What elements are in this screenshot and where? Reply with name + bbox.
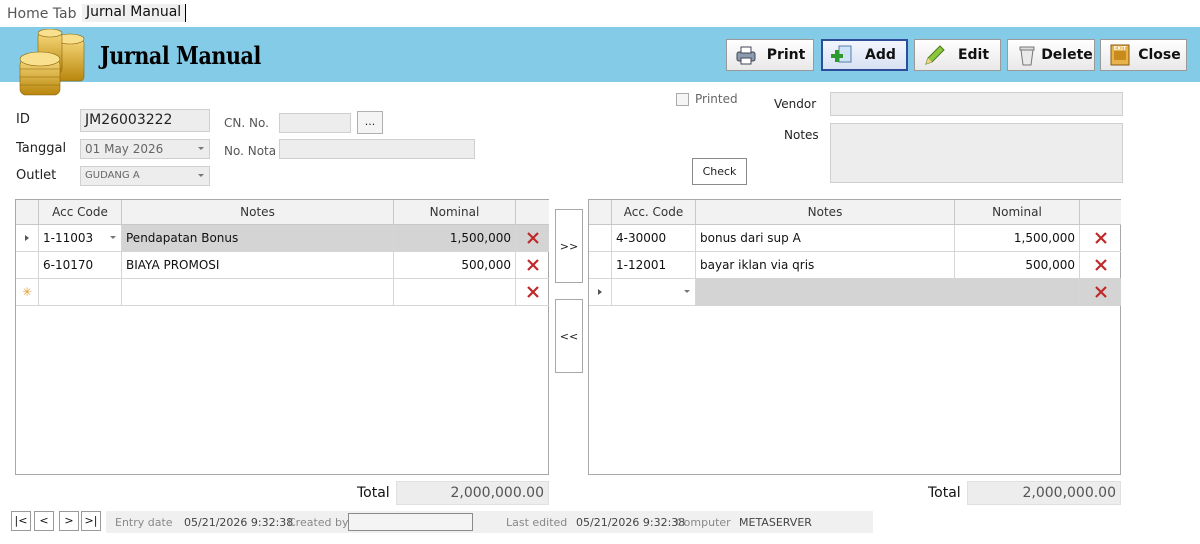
created-by-label: Created by: [288, 516, 349, 529]
notes-cell[interactable]: bayar iklan via qris: [696, 252, 955, 279]
notes-cell[interactable]: Pendapatan Bonus: [122, 225, 394, 252]
right-total-value: 2,000,000.00: [967, 481, 1121, 505]
first-record-button[interactable]: |<: [11, 511, 31, 531]
left-total-label: Total: [357, 485, 390, 501]
print-button[interactable]: Print: [726, 39, 814, 71]
tanggal-field[interactable]: 01 May 2026: [80, 139, 210, 159]
delete-x-icon: [1095, 259, 1107, 271]
next-record-button[interactable]: >: [59, 511, 79, 531]
left-total-value: 2,000,000.00: [396, 481, 549, 505]
coins-icon: [19, 29, 85, 96]
prev-record-button[interactable]: <: [34, 511, 54, 531]
svg-text:EXIT: EXIT: [1114, 46, 1127, 52]
delete-row-button[interactable]: [1080, 279, 1121, 306]
delete-button[interactable]: Delete: [1007, 39, 1095, 71]
column-header-nominal[interactable]: Nominal: [955, 200, 1080, 225]
tab-bar: Home Tab Jurnal Manual: [0, 0, 1200, 27]
nominal-cell[interactable]: [955, 279, 1080, 306]
acc-code-cell[interactable]: [612, 279, 696, 306]
vendor-label: Vendor: [774, 97, 817, 111]
check-button[interactable]: Check: [692, 158, 747, 185]
acc-code-cell[interactable]: [39, 279, 122, 306]
add-document-icon: [829, 44, 855, 66]
chevron-down-icon: [198, 147, 204, 150]
computer-value: METASERVER: [739, 516, 812, 529]
nominal-cell[interactable]: [394, 279, 516, 306]
move-right-button[interactable]: >>: [555, 209, 583, 283]
column-header-notes[interactable]: Notes: [696, 200, 955, 225]
pencil-icon: [921, 44, 947, 66]
printed-label: Printed: [695, 92, 738, 106]
notes-field[interactable]: [830, 123, 1123, 183]
left-journal-grid: Acc Code Notes Nominal 1-11003 Pendapata…: [15, 199, 549, 475]
outlet-select[interactable]: GUDANG A: [80, 166, 210, 186]
notes-cell[interactable]: bonus dari sup A: [696, 225, 955, 252]
chevron-down-icon: [110, 236, 116, 239]
delete-row-button[interactable]: [516, 252, 549, 279]
last-edited-label: Last edited: [506, 516, 568, 529]
tab-home[interactable]: Home Tab: [7, 6, 77, 22]
right-journal-grid: Acc. Code Notes Nominal 4-30000 bonus da…: [588, 199, 1121, 475]
delete-row-button[interactable]: [516, 225, 549, 252]
computer-label: Computer: [676, 516, 731, 529]
current-row-marker-icon: [25, 235, 29, 241]
delete-x-icon: [1095, 232, 1107, 244]
outlet-label: Outlet: [16, 168, 57, 183]
id-field[interactable]: JM26003222: [80, 109, 210, 132]
nominal-cell[interactable]: 1,500,000: [955, 225, 1080, 252]
id-label: ID: [16, 112, 30, 127]
acc-code-cell[interactable]: 1-12001: [612, 252, 696, 279]
edit-button[interactable]: Edit: [914, 39, 1001, 71]
delete-x-icon: [527, 232, 539, 244]
header-band: Jurnal Manual Print Add Edit Delete EXIT…: [0, 27, 1200, 96]
nominal-cell[interactable]: 1,500,000: [394, 225, 516, 252]
last-edited-value: 05/21/2026 9:32:38: [576, 516, 686, 529]
notes-label: Notes: [784, 128, 819, 142]
notes-cell[interactable]: [122, 279, 394, 306]
created-by-field: [348, 513, 473, 531]
delete-x-icon: [1095, 286, 1107, 298]
delete-row-button[interactable]: [516, 279, 549, 306]
acc-code-cell[interactable]: 6-10170: [39, 252, 122, 279]
current-row-marker-icon: [598, 289, 602, 295]
record-info-bar: Entry date 05/21/2026 9:32:38 Created by…: [106, 511, 873, 533]
chevron-down-icon: [198, 174, 204, 177]
delete-x-icon: [527, 259, 539, 271]
delete-row-button[interactable]: [1080, 252, 1121, 279]
vendor-field[interactable]: [830, 92, 1123, 116]
cn-browse-button[interactable]: ...: [357, 111, 383, 134]
acc-code-cell[interactable]: 4-30000: [612, 225, 696, 252]
trash-icon: [1014, 44, 1040, 66]
column-header-notes[interactable]: Notes: [122, 200, 394, 225]
column-header-acc-code[interactable]: Acc Code: [39, 200, 122, 225]
printed-checkbox[interactable]: [676, 93, 689, 106]
tab-jurnal-manual[interactable]: Jurnal Manual: [82, 4, 187, 22]
nota-field[interactable]: [279, 139, 475, 159]
move-left-button[interactable]: <<: [555, 299, 583, 373]
column-header-nominal[interactable]: Nominal: [394, 200, 516, 225]
notes-cell[interactable]: [696, 279, 955, 306]
column-header-acc-code[interactable]: Acc. Code: [612, 200, 696, 225]
printer-icon: [733, 44, 759, 66]
delete-row-button[interactable]: [1080, 225, 1121, 252]
notes-cell[interactable]: BIAYA PROMOSI: [122, 252, 394, 279]
right-total-label: Total: [928, 485, 961, 501]
close-button[interactable]: EXIT Close: [1100, 39, 1187, 71]
exit-icon: EXIT: [1107, 44, 1133, 66]
tanggal-label: Tanggal: [16, 141, 67, 156]
chevron-down-icon: [684, 290, 690, 293]
entry-date-label: Entry date: [115, 516, 173, 529]
nota-label: No. Nota: [224, 144, 277, 158]
new-row-icon: ✳: [16, 279, 39, 306]
cn-label: CN. No.: [224, 116, 269, 130]
nominal-cell[interactable]: 500,000: [955, 252, 1080, 279]
page-title: Jurnal Manual: [100, 41, 261, 70]
delete-x-icon: [527, 286, 539, 298]
nominal-cell[interactable]: 500,000: [394, 252, 516, 279]
acc-code-cell[interactable]: 1-11003: [39, 225, 122, 252]
add-button[interactable]: Add: [821, 39, 908, 71]
last-record-button[interactable]: >|: [81, 511, 101, 531]
cn-field[interactable]: [279, 113, 351, 133]
entry-date-value: 05/21/2026 9:32:38: [184, 516, 294, 529]
